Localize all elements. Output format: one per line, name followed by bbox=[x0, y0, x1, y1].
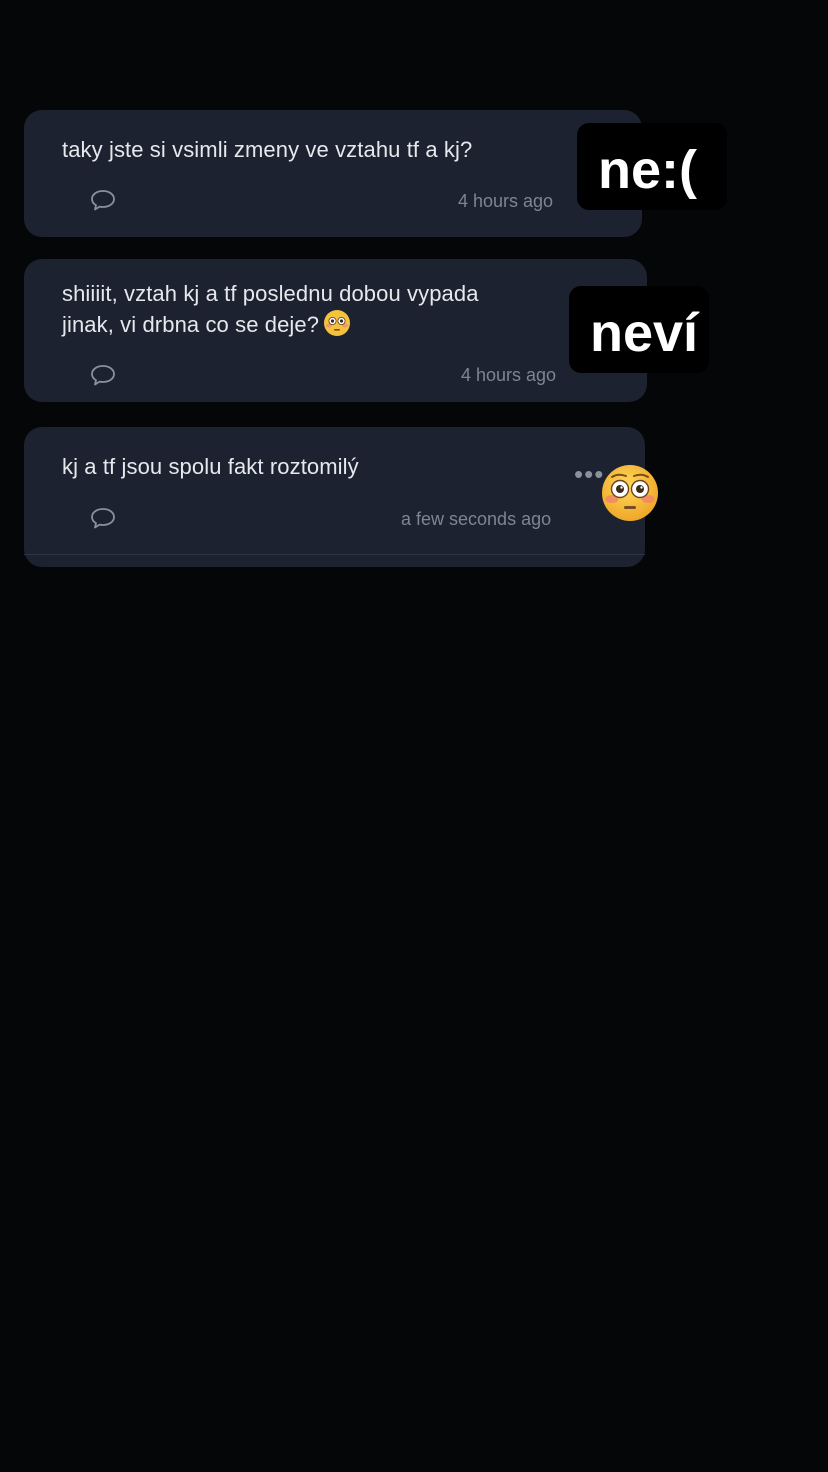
comment-text-line: jinak, vi drbna co se deje? bbox=[62, 309, 479, 340]
comment-bubble-icon[interactable] bbox=[90, 363, 116, 387]
comment-text-line: shiiiit, vztah kj a tf poslednu dobou vy… bbox=[62, 281, 479, 306]
text-sticker[interactable]: ne:( bbox=[577, 123, 727, 210]
comment-text: taky jste si vsimli zmeny ve vztahu tf a… bbox=[62, 137, 473, 162]
comment-text: shiiiit, vztah kj a tf poslednu dobou vy… bbox=[62, 279, 479, 340]
comment-timestamp: 4 hours ago bbox=[461, 365, 557, 385]
comment-text-line-content: jinak, vi drbna co se deje? bbox=[62, 312, 320, 337]
comment-text: kj a tf jsou spolu fakt roztomilý bbox=[62, 454, 359, 479]
flushed-face-emoji bbox=[324, 310, 351, 336]
comment-timestamp: a few seconds ago bbox=[401, 509, 552, 529]
text-sticker[interactable]: neví bbox=[569, 286, 709, 373]
comment-card[interactable]: taky jste si vsimli zmeny ve vztahu tf a… bbox=[24, 110, 642, 237]
comment-card[interactable]: kj a tf jsou spolu fakt roztomilý ••• a … bbox=[24, 427, 645, 567]
flushed-face-emoji[interactable] bbox=[600, 463, 660, 523]
comment-card[interactable]: shiiiit, vztah kj a tf poslednu dobou vy… bbox=[24, 259, 647, 402]
comment-bubble-icon[interactable] bbox=[90, 506, 116, 530]
comment-timestamp: 4 hours ago bbox=[458, 191, 554, 211]
divider bbox=[24, 554, 645, 555]
comment-bubble-icon[interactable] bbox=[90, 188, 116, 212]
